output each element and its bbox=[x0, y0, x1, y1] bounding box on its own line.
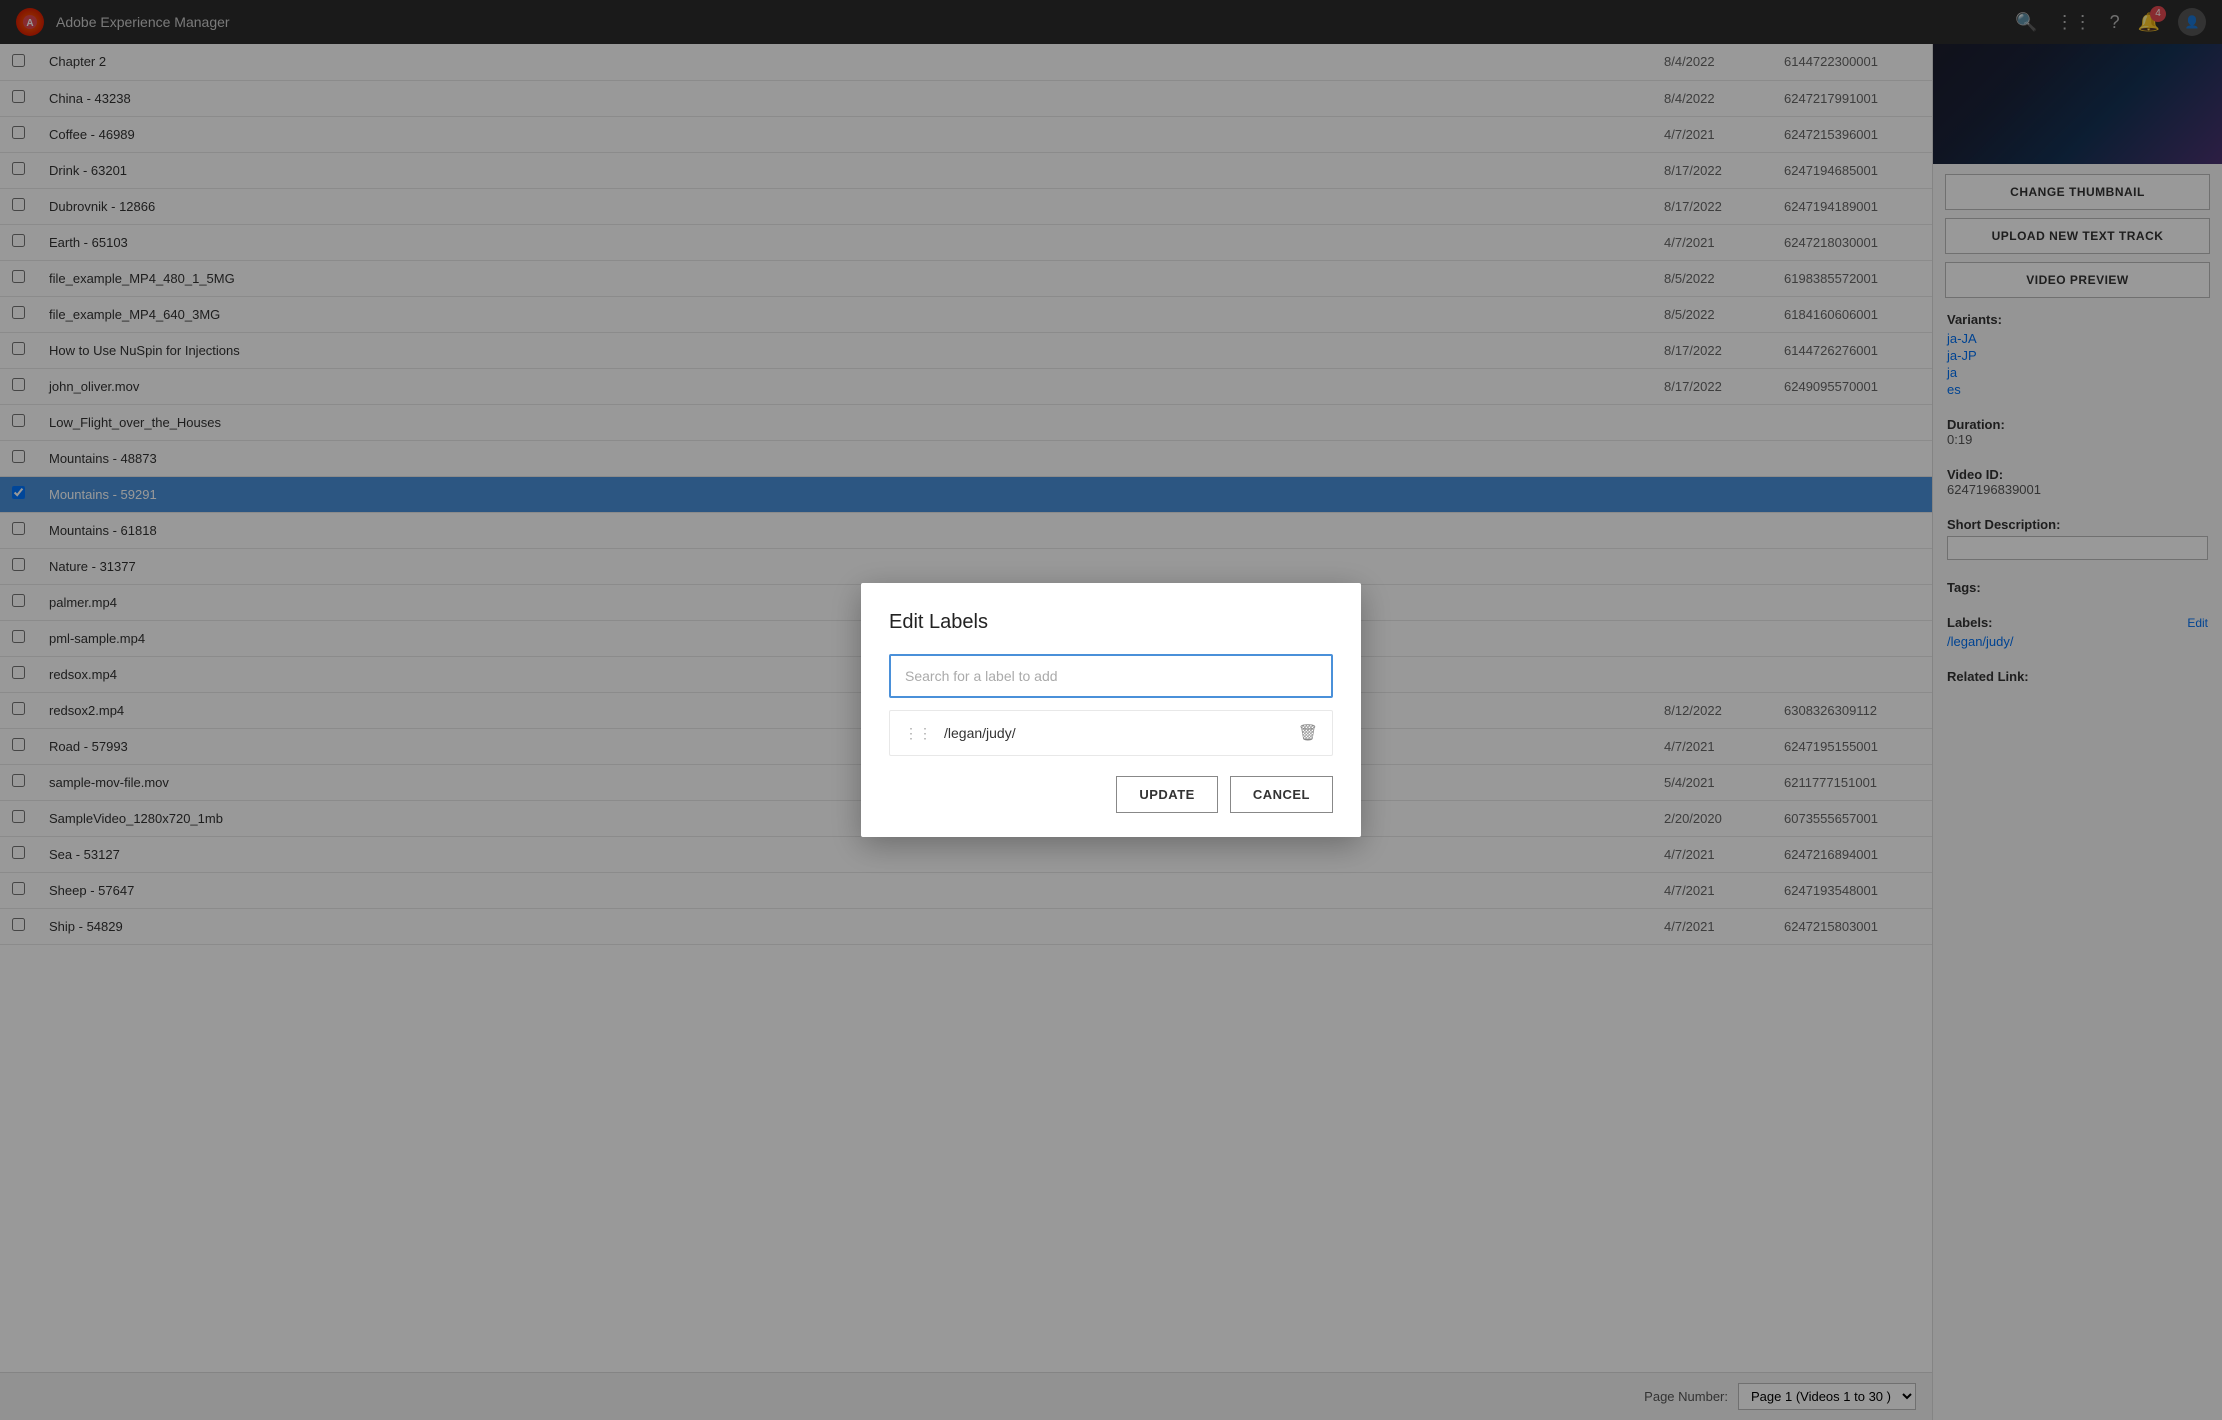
modal-title: Edit Labels bbox=[889, 611, 1333, 634]
edit-labels-modal: Edit Labels ⋮⋮ /legan/judy/ 🗑 UPDATE CAN… bbox=[861, 583, 1361, 837]
label-search-input[interactable] bbox=[889, 654, 1333, 698]
update-button[interactable]: UPDATE bbox=[1116, 776, 1217, 813]
modal-actions: UPDATE CANCEL bbox=[889, 776, 1333, 813]
label-item: ⋮⋮ /legan/judy/ 🗑 bbox=[890, 711, 1332, 755]
delete-label-icon[interactable]: 🗑 bbox=[1298, 723, 1318, 743]
drag-handle-icon: ⋮⋮ bbox=[904, 725, 932, 742]
label-path: /legan/judy/ bbox=[944, 725, 1286, 741]
cancel-button[interactable]: CANCEL bbox=[1230, 776, 1333, 813]
label-list: ⋮⋮ /legan/judy/ 🗑 bbox=[889, 710, 1333, 756]
modal-overlay: Edit Labels ⋮⋮ /legan/judy/ 🗑 UPDATE CAN… bbox=[0, 0, 2222, 1420]
